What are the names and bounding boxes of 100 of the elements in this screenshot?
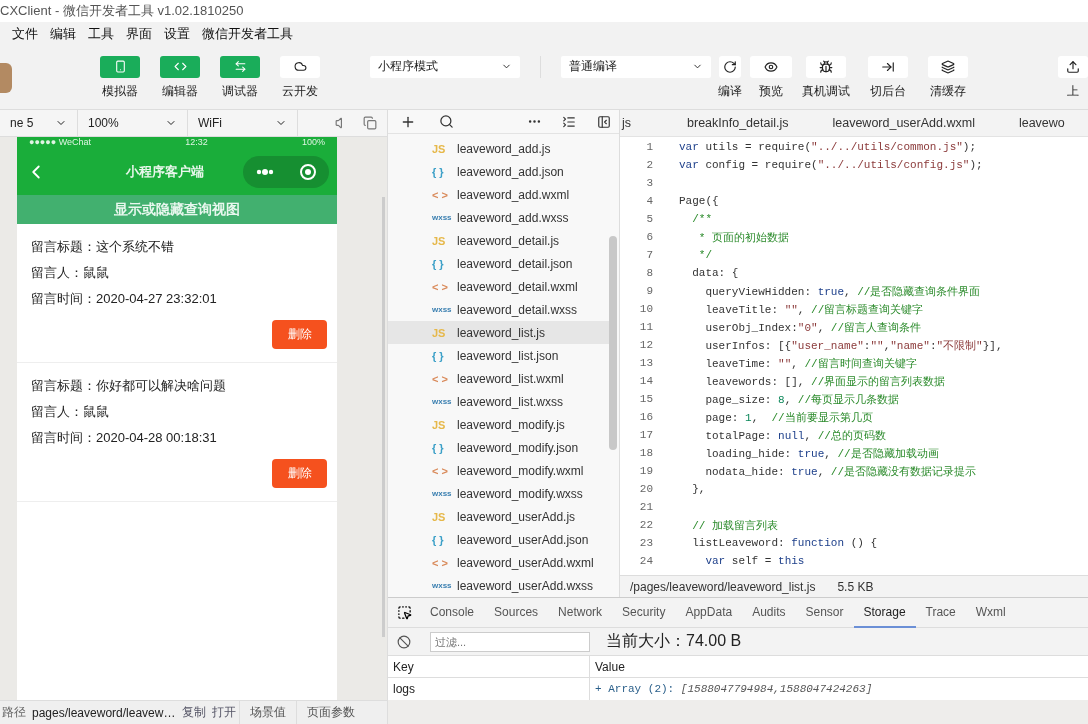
editor-tab[interactable]: js: [622, 116, 632, 130]
devtools-tab[interactable]: Security: [612, 597, 676, 628]
message-title: 留言标题：你好都可以解决啥问题: [31, 377, 227, 394]
file-item[interactable]: { } leaveword_detail.json: [388, 252, 609, 275]
file-item[interactable]: { } leaveword_modify.json: [388, 436, 609, 459]
file-item[interactable]: wxss leaveword_userAdd.wxss: [388, 574, 609, 597]
line-number: 10: [638, 303, 653, 315]
menu-item[interactable]: 工具: [88, 25, 114, 43]
toolbar-button[interactable]: 编译: [711, 55, 749, 100]
code-line: leavewords: [], //界面显示的留言列表数据: [704, 374, 946, 389]
file-item[interactable]: JS leaveword_userAdd.js: [388, 505, 609, 528]
path-label: 路径: [1, 704, 27, 721]
zoom-select[interactable]: 100%: [78, 109, 188, 137]
code-line: * 页面的初始数据: [697, 230, 789, 245]
clear-icon[interactable]: [397, 634, 411, 649]
capsule-menu[interactable]: [243, 155, 329, 188]
line-number: 6: [645, 231, 653, 243]
scene-value[interactable]: 场景值: [239, 700, 297, 724]
code-line: /**: [691, 213, 712, 225]
file-item[interactable]: { } leaveword_add.json: [388, 160, 609, 183]
file-item[interactable]: < > leaveword_add.wxml: [388, 183, 609, 206]
line-number: 18: [638, 447, 653, 459]
file-item[interactable]: < > leaveword_userAdd.wxml: [388, 551, 609, 574]
eye-icon: [764, 59, 778, 74]
mode-select[interactable]: 小程序模式: [370, 55, 520, 78]
code-line: page_size: 8, //每页显示几条数据: [704, 392, 900, 407]
devtools-tab[interactable]: Wxml: [965, 597, 1016, 628]
line-number: 12: [638, 339, 653, 351]
line-number: 15: [638, 393, 653, 405]
devtools-tab[interactable]: AppData: [675, 597, 743, 628]
file-item[interactable]: < > leaveword_list.wxml: [388, 367, 609, 390]
file-item[interactable]: JS leaveword_detail.js: [388, 229, 609, 252]
devtools-tab[interactable]: Sensor: [795, 597, 854, 628]
file-item[interactable]: { } leaveword_userAdd.json: [388, 528, 609, 551]
code-line: var utils = require("../../utils/common.js");: [679, 141, 977, 153]
device-select[interactable]: ne 5: [0, 109, 78, 137]
window-icon[interactable]: [363, 116, 377, 130]
file-item[interactable]: wxss leaveword_list.wxss: [388, 390, 609, 413]
phone-icon: [113, 60, 127, 73]
table-cell: logs: [388, 678, 590, 700]
arrows-icon: [233, 60, 247, 73]
view-toggle-button[interactable]: 编辑器: [150, 55, 210, 100]
code-line: page: 1, //当前要显示第几页: [704, 410, 873, 425]
page-path: pages/leaveword/leavew…: [31, 705, 177, 720]
collapse-icon[interactable]: [562, 114, 576, 129]
code-line: // 加载留言列表: [691, 518, 778, 533]
code-line: userObj_Index:"0", //留言人查询条件: [704, 320, 922, 335]
layers-icon: [941, 59, 955, 74]
devtools-tab[interactable]: Trace: [915, 597, 966, 628]
line-number: 9: [645, 285, 653, 297]
file-path: /pages/leaveword/leaveword_list.js: [630, 579, 816, 594]
copy-link[interactable]: 复制: [179, 704, 210, 721]
network-select[interactable]: WiFi: [188, 109, 298, 137]
devtools-tab[interactable]: Network: [548, 597, 613, 628]
code-line: leaveTime: "", //留言时间查询关键字: [704, 356, 917, 371]
compile-select[interactable]: 普通编译: [561, 55, 711, 78]
search-icon[interactable]: [438, 114, 454, 129]
devtools-tab[interactable]: Sources: [484, 597, 549, 628]
menu-item[interactable]: 设置: [164, 25, 190, 43]
toolbar-button[interactable]: 预览: [749, 55, 793, 100]
file-item[interactable]: wxss leaveword_modify.wxss: [388, 482, 609, 505]
file-item[interactable]: < > leaveword_modify.wxml: [388, 459, 609, 482]
file-item[interactable]: wxss leaveword_add.wxss: [388, 206, 609, 229]
toolbar-button[interactable]: 真机调试: [793, 55, 859, 100]
code-line: var config = require("../../utils/config.js");: [679, 159, 983, 171]
page-params[interactable]: 页面参数: [296, 700, 366, 724]
view-toggle-button[interactable]: 云开发: [270, 55, 330, 100]
line-number: 17: [638, 429, 653, 441]
storage-size: 当前大小：74.00 B: [605, 631, 743, 651]
panel-icon[interactable]: [597, 114, 611, 129]
editor-tab[interactable]: leavewo: [1018, 116, 1065, 130]
menu-item[interactable]: 界面: [126, 25, 152, 43]
toolbar-button[interactable]: 清缓存: [917, 55, 979, 100]
open-link[interactable]: 打开: [209, 704, 240, 721]
menu-item[interactable]: 编辑: [50, 25, 76, 43]
file-item[interactable]: JS leaveword_modify.js: [388, 413, 609, 436]
code-line: nodata_hide: true, //是否隐藏没有数据记录提示: [704, 464, 977, 479]
file-item[interactable]: < > leaveword_detail.wxml: [388, 275, 609, 298]
window-title: CXClient - 微信开发者工具 v1.02.1810250: [0, 2, 244, 20]
view-toggle-button[interactable]: 调试器: [210, 55, 270, 100]
toolbar-button[interactable]: 切后台: [859, 55, 917, 100]
cloud-icon: [293, 60, 307, 73]
filter-field[interactable]: 过滤...: [430, 631, 590, 652]
file-size: 5.5 KB: [837, 579, 874, 594]
file-item[interactable]: JS leaveword_list.js: [388, 321, 609, 344]
devtools-tab[interactable]: Console: [420, 597, 485, 628]
file-item[interactable]: JS leaveword_add.js: [388, 137, 609, 160]
editor-tab[interactable]: leaveword_userAdd.wxml: [832, 116, 975, 130]
editor-tab[interactable]: breakInfo_detail.js: [687, 116, 789, 130]
inspect-icon[interactable]: [396, 605, 412, 620]
file-item[interactable]: wxss leaveword_detail.wxss: [388, 298, 609, 321]
code-line: loading_hide: true, //是否隐藏加载动画: [704, 446, 939, 461]
menu-item[interactable]: 微信开发者工具: [202, 25, 293, 43]
devtools-tab[interactable]: Audits: [742, 597, 796, 628]
menu-item[interactable]: 文件: [12, 25, 38, 43]
message-time: 留言时间：2020-04-27 23:32:01: [31, 290, 218, 307]
line-number: 16: [638, 411, 653, 423]
code-line: Page({: [679, 195, 719, 207]
file-item[interactable]: { } leaveword_list.json: [388, 344, 609, 367]
view-toggle-button[interactable]: 模拟器: [90, 55, 150, 100]
